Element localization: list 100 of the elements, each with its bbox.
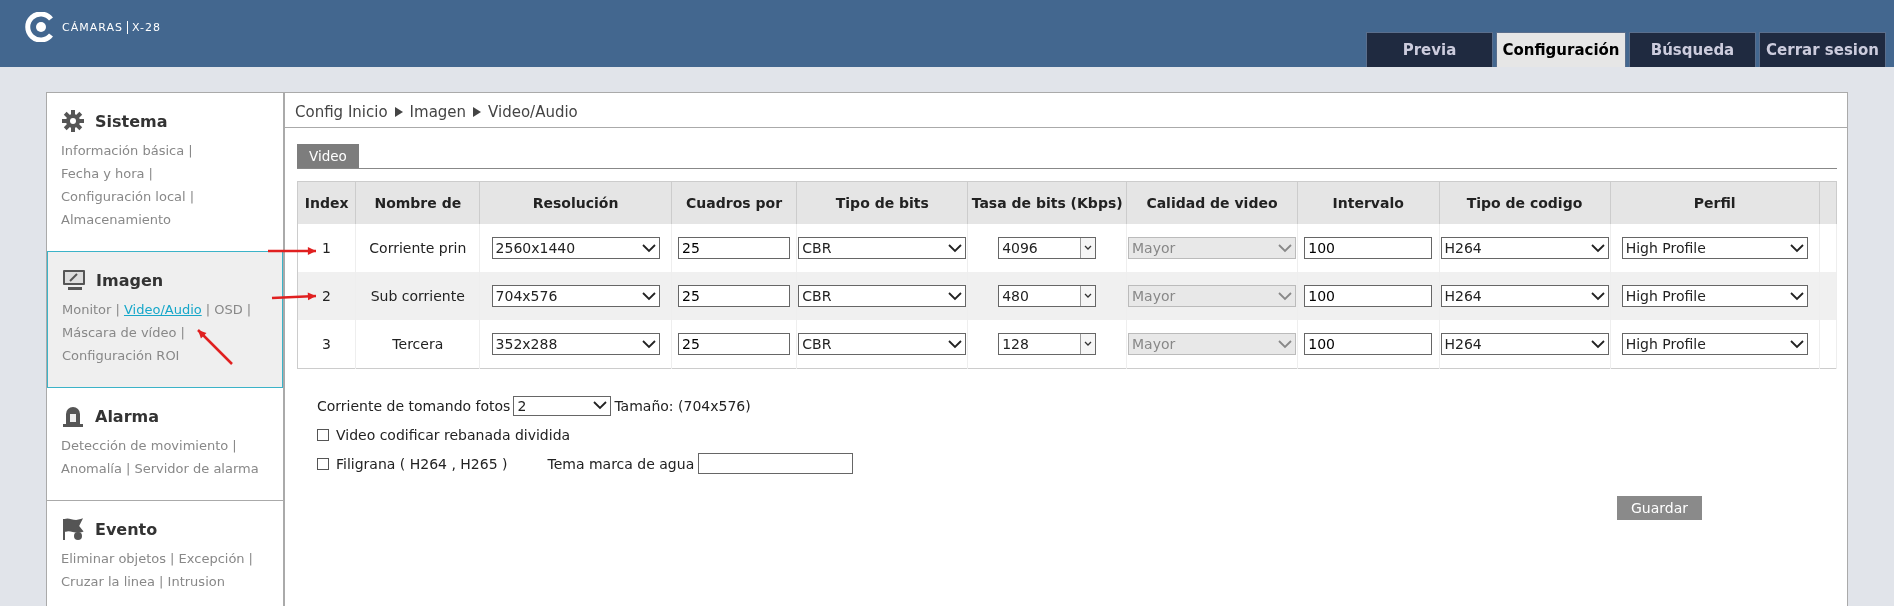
caret-icon [1590, 339, 1605, 349]
caret-icon [1084, 341, 1093, 347]
input-field[interactable]: 25 [678, 333, 791, 355]
column-header: Resolución [479, 181, 672, 224]
sidebar-link[interactable]: Anomalía [61, 461, 122, 476]
breadcrumb-item[interactable]: Imagen [409, 103, 467, 121]
caret-icon [948, 339, 963, 349]
alarm-light-icon [61, 404, 85, 428]
dropdown[interactable]: H264 [1440, 285, 1609, 307]
dropdown[interactable]: 2560x1440 [491, 237, 660, 259]
separator: | [125, 461, 131, 476]
caret-icon [641, 243, 656, 253]
caret-icon [1277, 243, 1292, 253]
input-field[interactable]: 100 [1304, 237, 1433, 259]
separator: | [189, 189, 195, 204]
checkbox[interactable] [317, 457, 329, 470]
caret-icon [641, 339, 656, 349]
column-header: Calidad de video [1126, 181, 1298, 224]
caret-icon [1590, 291, 1605, 301]
checkbox-label: Filigrana ( H264 , H265 ) [336, 455, 508, 472]
breadcrumb-item[interactable]: Config Inicio [295, 103, 388, 121]
triangle-right-icon [394, 107, 403, 117]
input-field[interactable]: 25 [678, 237, 791, 259]
combo-box[interactable]: 4096 [998, 237, 1097, 259]
caret-icon [1789, 291, 1804, 301]
sidebar-link[interactable]: Almacenamiento [61, 212, 172, 227]
separator: | [248, 551, 253, 566]
nav-tab[interactable]: Cerrar sesion [1759, 32, 1886, 67]
dropdown[interactable]: H264 [1440, 333, 1609, 355]
column-header: Cuadros por [671, 181, 797, 224]
input-field[interactable]: 25 [678, 285, 791, 307]
caret-icon [948, 291, 963, 301]
checkbox[interactable] [317, 428, 329, 441]
column-header: Perfil [1610, 181, 1820, 224]
model-name: X-28 [126, 20, 161, 34]
dropdown[interactable]: High Profile [1621, 333, 1808, 355]
section-title[interactable]: Alarma [95, 406, 160, 426]
nav-tab[interactable]: Previa [1366, 32, 1493, 67]
dropdown[interactable]: CBR [798, 333, 967, 355]
sidebar-link[interactable]: Configuración local [61, 189, 186, 204]
sidebar-link[interactable]: Información básica [61, 143, 185, 158]
sidebar-link[interactable]: Servidor de alarma [134, 461, 259, 476]
caret-icon [1590, 243, 1605, 253]
nav-tab[interactable]: Configuración [1496, 32, 1626, 67]
table-cell: Tercera [355, 320, 480, 369]
separator: | [232, 438, 237, 453]
sidebar-link[interactable]: Fecha y hora [61, 166, 145, 181]
caret-icon [1084, 245, 1093, 251]
separator: | [246, 302, 252, 317]
monitor-wrench-icon [62, 268, 86, 292]
column-header: Nombre de [355, 181, 480, 224]
column-header: Index [297, 181, 356, 224]
field-label: Tema marca de agua [547, 455, 695, 472]
triangle-right-icon [473, 107, 482, 117]
caret-icon [948, 243, 963, 253]
input-field[interactable]: 100 [1304, 285, 1433, 307]
nav-tab[interactable]: Búsqueda [1629, 32, 1756, 67]
section-title[interactable]: Sistema [95, 111, 168, 131]
table-cell: Sub corriente [355, 272, 480, 320]
sidebar-link[interactable]: Intrusion [167, 574, 225, 589]
combo-box[interactable]: 128 [998, 333, 1097, 355]
dropdown[interactable]: 352x288 [491, 333, 660, 355]
dropdown[interactable]: 2 [513, 395, 612, 416]
table-cell: 2 [297, 272, 356, 320]
column-header: Tipo de codigo [1439, 181, 1610, 224]
separator: | [115, 302, 120, 317]
input-field[interactable]: 100 [1304, 333, 1433, 355]
section-title[interactable]: Evento [95, 519, 158, 539]
column-header: Tipo de bits [796, 181, 968, 224]
input-field[interactable] [698, 453, 854, 474]
dropdown[interactable]: H264 [1440, 237, 1609, 259]
caret-icon [1277, 339, 1292, 349]
video-tab[interactable]: Video [297, 144, 359, 168]
sidebar-link[interactable]: Detección de movimiento [61, 438, 229, 453]
column-header: Tasa de bits (Kbps) [967, 181, 1127, 224]
dropdown[interactable]: CBR [798, 285, 967, 307]
breadcrumb-item[interactable]: Video/Audio [488, 103, 578, 121]
brand-name: CÁMARAS [62, 20, 123, 34]
sidebar-link[interactable]: Eliminar objetos [61, 551, 167, 566]
caret-icon [1277, 291, 1292, 301]
caret-icon [1789, 243, 1804, 253]
sidebar-link[interactable]: Cruzar la linea [61, 574, 156, 589]
checkbox-label: Video codificar rebanada dividida [336, 426, 571, 443]
size-label: Tamaño: (704x576) [614, 397, 751, 414]
separator: | [159, 574, 164, 589]
table-cell: 3 [297, 320, 356, 369]
separator: | [180, 325, 185, 340]
dropdown[interactable]: High Profile [1621, 285, 1808, 307]
section-title[interactable]: Imagen [96, 270, 164, 290]
dropdown[interactable]: 704x576 [491, 285, 660, 307]
caret-icon [641, 291, 656, 301]
sidebar-link[interactable]: Excepción [178, 551, 245, 566]
field-label: Corriente de tomando fotos [317, 397, 511, 414]
caret-icon [1789, 339, 1804, 349]
dropdown[interactable]: CBR [798, 237, 967, 259]
flag-gear-icon [61, 517, 85, 541]
separator: | [205, 302, 211, 317]
separator: | [148, 166, 153, 181]
dropdown[interactable]: High Profile [1621, 237, 1808, 259]
combo-box[interactable]: 480 [998, 285, 1097, 307]
